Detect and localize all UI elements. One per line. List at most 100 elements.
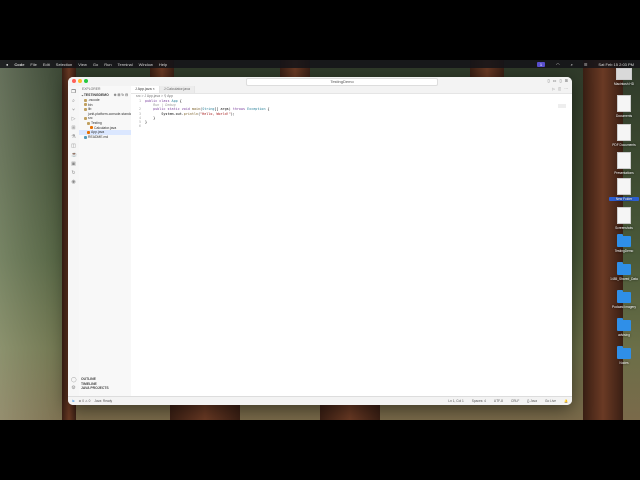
- folder-icon: [617, 318, 631, 331]
- java-icon[interactable]: ☕: [71, 153, 77, 158]
- desktop-item[interactable]: Nodes: [609, 346, 639, 365]
- menu-bar: ● Code File Edit Selection View Go Run T…: [0, 60, 640, 68]
- menu-file[interactable]: File: [30, 62, 36, 67]
- encoding[interactable]: UTF-8: [494, 399, 503, 403]
- tree-trunk: [170, 405, 240, 420]
- code-editor[interactable]: 1 public class App { Run | Debug 2 public …: [131, 99, 572, 128]
- toggle-secondary-sidebar-icon[interactable]: ▯: [559, 78, 561, 83]
- tree-trunk: [320, 405, 380, 420]
- menu-window[interactable]: Window: [139, 62, 153, 67]
- tree-item-label: README.md: [88, 134, 109, 139]
- desktop-item[interactable]: 1485_Shared_Data: [609, 262, 639, 281]
- notifications-bell-icon[interactable]: 🔔: [564, 399, 568, 403]
- code-line[interactable]: 6: [131, 124, 572, 128]
- project-header[interactable]: ⌄ TESTINGDEMO ⊕⊞↻⊟: [79, 92, 131, 98]
- document-icon: [617, 207, 631, 224]
- cursor-position[interactable]: Ln 1, Col 1: [448, 399, 463, 403]
- menu-help[interactable]: Help: [159, 62, 167, 67]
- source-control-icon[interactable]: ⑂: [71, 108, 76, 113]
- menu-terminal[interactable]: Terminal: [118, 62, 133, 67]
- menu-run[interactable]: Run: [104, 62, 111, 67]
- apple-icon[interactable]: ●: [6, 62, 8, 67]
- desktop-item[interactable]: Macintosh HD: [609, 68, 639, 86]
- markdown-file-icon: [84, 135, 87, 139]
- folder-icon: [84, 103, 87, 107]
- line-ending[interactable]: CRLF: [511, 399, 519, 403]
- desktop-item[interactable]: Screenshots: [609, 207, 639, 230]
- menu-go[interactable]: Go: [93, 62, 98, 67]
- go-live-button[interactable]: Go Live: [545, 399, 556, 403]
- desktop-item-label: Nodes: [619, 361, 629, 365]
- tree-item-label: junit-platform-console-standalone: [88, 111, 131, 116]
- wifi-icon[interactable]: ◠: [556, 62, 560, 67]
- settings-gear-icon[interactable]: ⚙: [71, 386, 76, 391]
- desktop-item[interactable]: Presentations: [609, 152, 639, 175]
- document-icon: [617, 124, 631, 141]
- document-icon: [617, 178, 631, 195]
- problems-indicator[interactable]: ⊗ 0 ⚠ 0: [79, 399, 91, 403]
- line-number: 6: [138, 124, 141, 129]
- java-status[interactable]: Java: Ready: [94, 399, 112, 403]
- docker-icon[interactable]: ▣: [71, 162, 76, 167]
- menu-edit[interactable]: Edit: [43, 62, 50, 67]
- search-icon[interactable]: ⌕: [571, 62, 573, 67]
- desktop-item[interactable]: New Folder: [609, 178, 639, 201]
- explorer-actions[interactable]: ⊕⊞↻⊟: [114, 92, 129, 98]
- file-tree: .vscode bin lib junit-platform-console-stan…: [79, 98, 131, 139]
- remote-icon[interactable]: ◫: [71, 144, 76, 149]
- layout-icon[interactable]: ⊞: [565, 78, 568, 83]
- search-icon[interactable]: ⌕: [71, 99, 76, 104]
- more-actions-icon[interactable]: ⋯: [564, 86, 568, 93]
- folder-icon: [617, 262, 631, 275]
- folder-icon: [84, 98, 87, 102]
- hard-drive-icon: [616, 68, 632, 80]
- testing-icon[interactable]: ⚗: [71, 135, 76, 140]
- split-editor-icon[interactable]: ◫: [558, 86, 561, 93]
- folder-icon: [617, 346, 631, 359]
- java-projects-section[interactable]: JAVA PROJECTS: [79, 386, 131, 391]
- minimize-window-button[interactable]: [78, 79, 82, 83]
- tab-app-java[interactable]: J App.java ×: [131, 86, 160, 93]
- clock[interactable]: Sat Feb 15 2:03 PM: [598, 62, 634, 67]
- copilot-icon[interactable]: ◉: [71, 180, 76, 185]
- fog-overlay: [0, 60, 70, 420]
- desktop-item-label: Documents: [615, 114, 633, 118]
- status-bar: ⇋ ⊗ 0 ⚠ 0 Java: Ready Ln 1, Col 1 Spaces…: [68, 396, 572, 405]
- toggle-sidebar-icon[interactable]: ▯: [547, 78, 549, 83]
- vscode-window: TestingDemo ▯ ▭ ▯ ⊞ ❐ ⌕ ⑂ ▷ ⊞ ⚗ ◫ ☕ ▣ ↻ …: [68, 77, 572, 405]
- folder-icon: [84, 107, 87, 111]
- code-text: }: [145, 120, 148, 125]
- control-center-icon[interactable]: ☰: [584, 62, 588, 67]
- folder-icon: [87, 121, 90, 125]
- tab-calculator-java[interactable]: J Calculator.java: [159, 86, 196, 93]
- language-mode[interactable]: {} Java: [527, 399, 537, 403]
- status-badge[interactable]: 1: [536, 61, 546, 67]
- desktop-item[interactable]: Documents: [609, 95, 639, 118]
- run-icon[interactable]: ▷: [552, 86, 555, 93]
- minimap[interactable]: [558, 104, 566, 108]
- toggle-panel-icon[interactable]: ▭: [553, 78, 557, 83]
- run-debug-icon[interactable]: ▷: [71, 117, 76, 122]
- menu-app-name[interactable]: Code: [14, 62, 24, 67]
- desktop-item[interactable]: Podcast Imagery: [609, 290, 639, 309]
- desktop-item-label: Macintosh HD: [613, 82, 635, 86]
- desktop-item[interactable]: TestingDemo: [609, 234, 639, 253]
- code-text: System.out.println("Hello, World!");: [145, 111, 235, 116]
- maximize-window-button[interactable]: [84, 79, 88, 83]
- extensions-icon[interactable]: ⊞: [71, 126, 76, 131]
- desktop-item-label: Podcast Imagery: [612, 305, 636, 309]
- desktop-item-label: TestingDemo: [614, 249, 634, 253]
- menu-selection[interactable]: Selection: [56, 62, 72, 67]
- remote-indicator-icon[interactable]: ⇋: [72, 399, 75, 403]
- explorer-icon[interactable]: ❐: [71, 90, 76, 95]
- desktop-item-label: PDF Documents: [612, 143, 636, 147]
- indentation[interactable]: Spaces: 4: [472, 399, 486, 403]
- desktop-item[interactable]: PDF Documents: [609, 124, 639, 147]
- accounts-icon[interactable]: ◯: [71, 378, 77, 383]
- tree-item[interactable]: README.md: [79, 135, 131, 140]
- menu-view[interactable]: View: [78, 62, 87, 67]
- desktop-item[interactable]: advising: [609, 318, 639, 337]
- close-window-button[interactable]: [72, 79, 76, 83]
- live-share-icon[interactable]: ↻: [71, 171, 76, 176]
- command-center[interactable]: TestingDemo: [246, 78, 438, 86]
